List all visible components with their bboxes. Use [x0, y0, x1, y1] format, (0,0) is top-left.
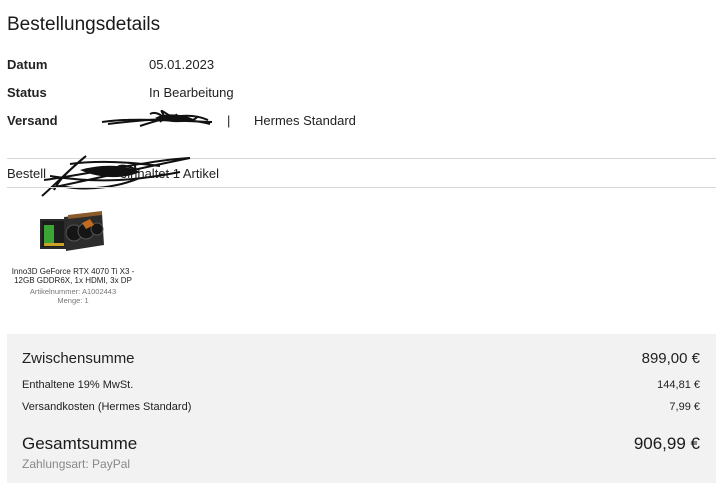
redaction-scribble-order	[41, 155, 191, 197]
order-totals-panel: Zwischensumme 899,00 € Enthaltene 19% Mw…	[7, 334, 716, 483]
order-status-label: Status	[7, 85, 47, 100]
product-quantity: Menge: 1	[57, 296, 89, 305]
order-date-value: 05.01.2023	[149, 57, 215, 72]
subtotal-value: 899,00 €	[641, 350, 700, 367]
order-date-label: Datum	[7, 57, 48, 72]
order-shipping-value: Hermes Standard	[254, 113, 356, 128]
shipping-separator: |	[227, 113, 231, 128]
vat-value: 144,81 €	[657, 379, 700, 391]
product-name[interactable]: Inno3D GeForce RTX 4070 Ti X3 - 12GB GDD…	[10, 267, 136, 285]
vat-label: Enthaltene 19% MwSt.	[22, 379, 134, 391]
payment-method: Zahlungsart: PayPal	[22, 457, 131, 471]
subtotal-label: Zwischensumme	[22, 350, 135, 367]
order-shipping-row: Versand | Hermes Standard	[7, 113, 607, 131]
section-divider-bottom	[7, 187, 716, 188]
shipping-cost-value: 7,99 €	[669, 401, 700, 413]
page-title: Bestellungsdetails	[7, 14, 161, 35]
shipping-cost-label: Versandkosten (Hermes Standard)	[22, 401, 192, 413]
product-article-number: Artikelnummer: A1002443	[29, 287, 117, 296]
product-card[interactable]: Inno3D GeForce RTX 4070 Ti X3 - 12GB GDD…	[10, 205, 136, 305]
graphics-card-image[interactable]	[38, 205, 108, 255]
grand-total-value: 906,99 €	[633, 434, 700, 453]
redaction-scribble	[101, 109, 213, 127]
order-status-value: In Bearbeitung	[149, 85, 234, 100]
grand-total-label: Gesamtsumme	[22, 434, 138, 453]
